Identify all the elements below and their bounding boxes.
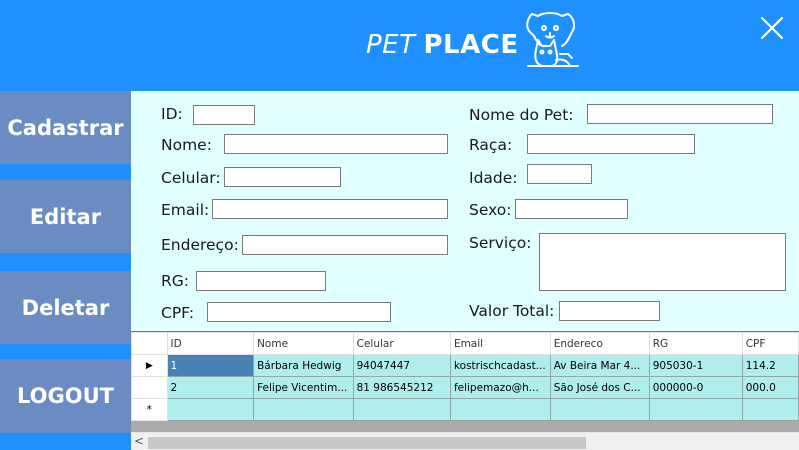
valor-total-label: Valor Total:: [469, 302, 555, 320]
column-header-cpf[interactable]: CPF: [741, 332, 799, 355]
nome-input[interactable]: [224, 134, 448, 154]
cell-cpf[interactable]: [741, 398, 799, 421]
editar-button[interactable]: Editar: [0, 180, 131, 253]
client-form: ID: Nome: Celular: Email: Endereço: RG: …: [131, 91, 799, 331]
column-header-nome[interactable]: Nome: [253, 332, 354, 355]
cell-rg[interactable]: [648, 398, 743, 421]
cell-endereco[interactable]: [549, 398, 650, 421]
deletar-button[interactable]: Deletar: [0, 271, 131, 344]
row-header-corner: [131, 332, 168, 355]
column-header-celular[interactable]: Celular: [352, 332, 451, 355]
clients-table: ID Nome Celular Email Endereco RG CPF ▶ …: [131, 332, 799, 421]
scrollbar-thumb[interactable]: [148, 437, 586, 449]
app-title: PET PLACE: [366, 30, 519, 60]
new-row[interactable]: *: [131, 398, 799, 421]
table-row[interactable]: 2 Felipe Vicentim... 81 986545212 felipe…: [131, 376, 799, 399]
logout-button[interactable]: LOGOUT: [0, 359, 131, 433]
raca-label: Raça:: [469, 136, 513, 154]
email-input[interactable]: [212, 199, 448, 219]
app-title-pet: PET: [366, 30, 416, 60]
cell-celular[interactable]: [352, 398, 451, 421]
current-row-marker-icon[interactable]: ▶: [131, 354, 168, 377]
cell-cpf[interactable]: 114.2: [741, 354, 799, 377]
celular-label: Celular:: [161, 169, 221, 187]
celular-input[interactable]: [224, 167, 341, 187]
cell-celular[interactable]: 81 986545212: [352, 376, 451, 399]
sexo-input[interactable]: [515, 199, 628, 219]
cell-id[interactable]: [166, 398, 255, 421]
sidebar: Cadastrar Editar Deletar LOGOUT: [0, 91, 131, 450]
table-row[interactable]: ▶ 1 Bárbara Hedwig 94047447 kostrischcad…: [131, 354, 799, 377]
cell-id[interactable]: 2: [166, 376, 255, 399]
id-input[interactable]: [193, 105, 255, 125]
cell-email[interactable]: [449, 398, 551, 421]
valor-total-input[interactable]: [559, 301, 660, 321]
pet-place-window: PET PLACE Cadastrar Editar Deletar LOGOUT: [0, 0, 799, 450]
cell-celular[interactable]: 94047447: [352, 354, 451, 377]
servico-textarea[interactable]: [539, 233, 786, 291]
scroll-left-arrow-icon[interactable]: <: [134, 434, 144, 448]
column-header-rg[interactable]: RG: [648, 332, 743, 355]
column-header-id[interactable]: ID: [166, 332, 255, 355]
header-bar: PET PLACE: [0, 0, 799, 91]
cpf-label: CPF:: [161, 304, 195, 322]
cell-email[interactable]: felipemazo@h...: [449, 376, 551, 399]
horizontal-scrollbar[interactable]: <: [131, 432, 799, 450]
app-title-place: PLACE: [423, 30, 519, 60]
cadastrar-button[interactable]: Cadastrar: [0, 91, 131, 164]
close-icon[interactable]: [758, 14, 786, 42]
cell-rg[interactable]: 905030-1: [648, 354, 743, 377]
servico-label: Serviço:: [469, 234, 532, 252]
cell-nome[interactable]: Felipe Vicentim...: [253, 376, 354, 399]
endereco-label: Endereço:: [161, 236, 239, 254]
raca-input[interactable]: [527, 134, 695, 154]
cell-rg[interactable]: 000000-0: [648, 376, 743, 399]
nome-label: Nome:: [161, 136, 212, 154]
cell-email[interactable]: kostrischcadast...: [449, 354, 551, 377]
cell-endereco[interactable]: São José dos C...: [549, 376, 650, 399]
idade-input[interactable]: [527, 164, 592, 184]
cpf-input[interactable]: [207, 302, 391, 322]
nome-pet-input[interactable]: [587, 104, 773, 124]
sexo-label: Sexo:: [469, 201, 512, 219]
cell-nome[interactable]: [253, 398, 354, 421]
dog-cat-logo-icon: [526, 12, 579, 67]
cell-nome[interactable]: Bárbara Hedwig: [253, 354, 354, 377]
cell-endereco[interactable]: Av Beira Mar 4...: [549, 354, 650, 377]
idade-label: Idade:: [469, 169, 518, 187]
rg-label: RG:: [161, 272, 190, 290]
rg-input[interactable]: [196, 271, 326, 291]
column-header-endereco[interactable]: Endereco: [549, 332, 650, 355]
id-label: ID:: [161, 105, 183, 123]
column-header-email[interactable]: Email: [449, 332, 551, 355]
new-row-marker-icon[interactable]: *: [131, 398, 168, 421]
row-header[interactable]: [131, 376, 168, 399]
cell-cpf[interactable]: 000.0: [741, 376, 799, 399]
cell-id[interactable]: 1: [166, 354, 255, 377]
email-label: Email:: [161, 201, 210, 219]
nome-pet-label: Nome do Pet:: [469, 106, 574, 124]
endereco-input[interactable]: [242, 235, 448, 255]
